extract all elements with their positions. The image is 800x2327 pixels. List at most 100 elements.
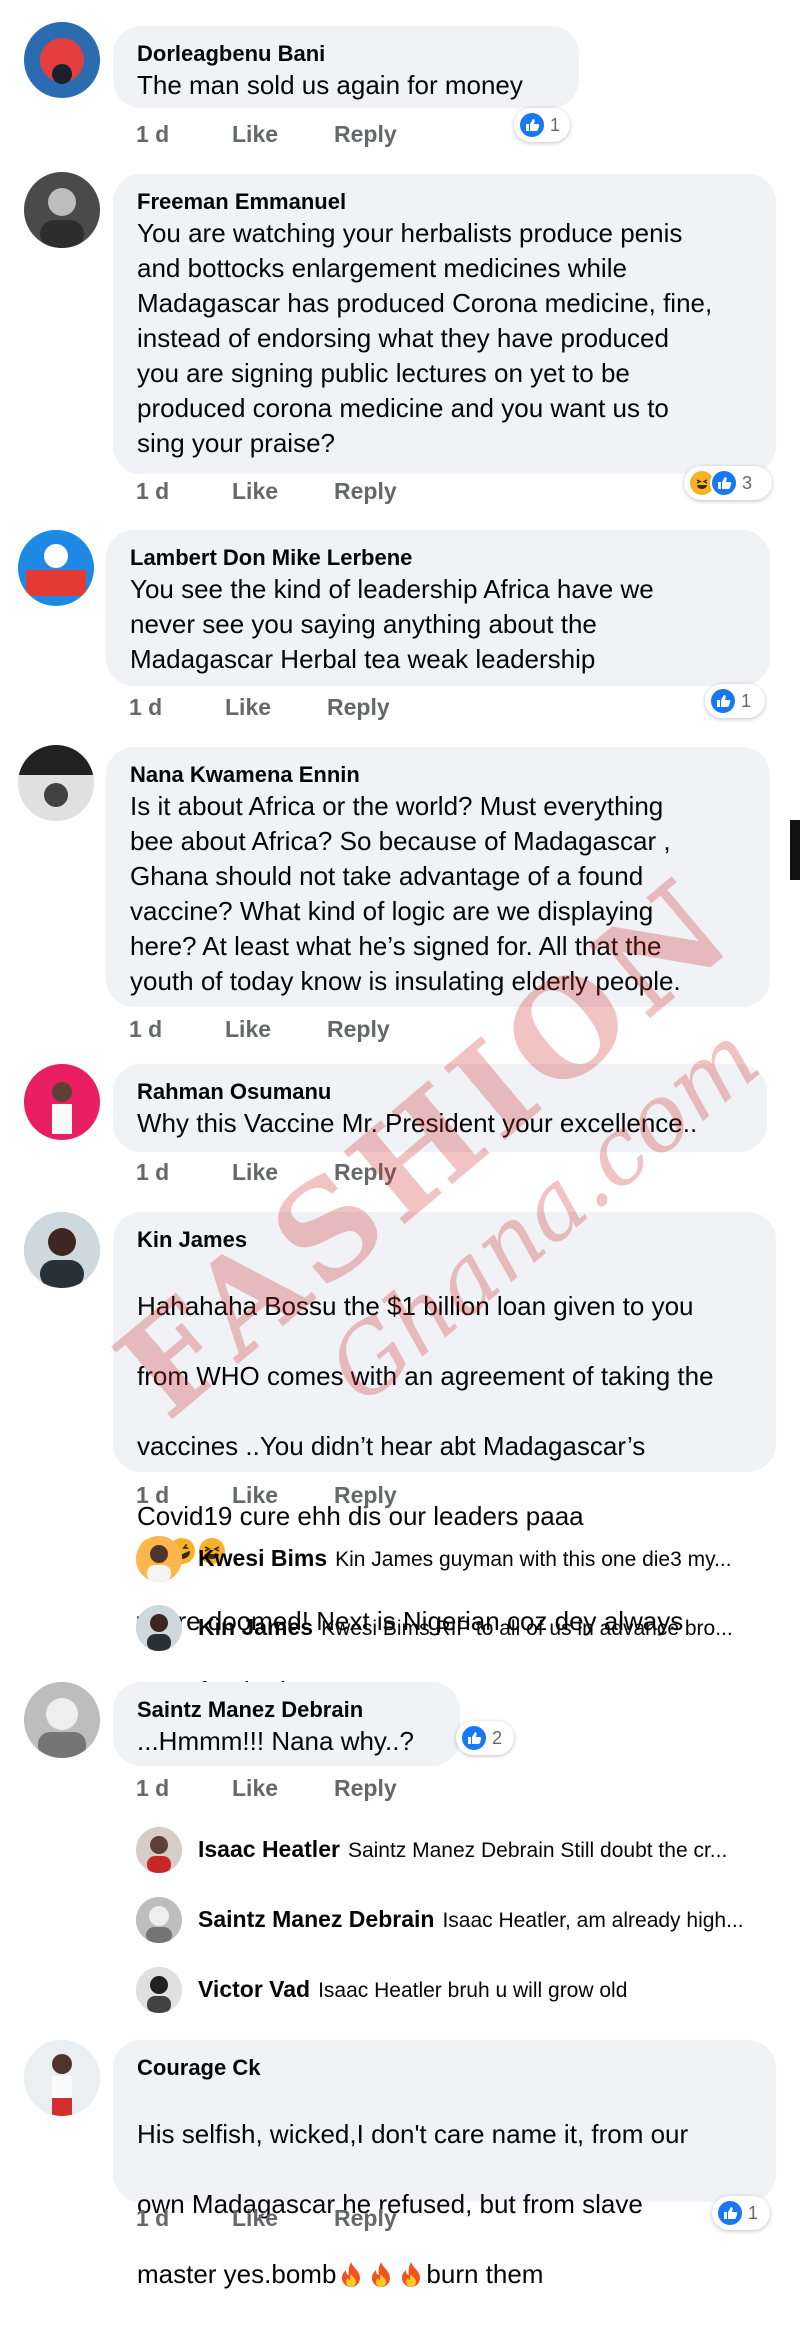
reply-author[interactable]: Victor Vad xyxy=(198,1976,310,2002)
reply-preview[interactable]: Isaac Heatler Saintz Manez Debrain Still … xyxy=(136,1827,786,1877)
avatar[interactable] xyxy=(24,1212,100,1288)
like-button[interactable]: Like xyxy=(232,478,334,505)
reply-button[interactable]: Reply xyxy=(334,1159,397,1186)
comment-time[interactable]: 1 d xyxy=(136,121,216,148)
like-icon xyxy=(709,687,737,715)
avatar[interactable] xyxy=(18,530,94,606)
comment-author[interactable]: Rahman Osumanu xyxy=(137,1078,743,1106)
reaction-summary[interactable]: 3 xyxy=(684,466,772,500)
reaction-count: 1 xyxy=(550,114,561,135)
comment-author[interactable]: Lambert Don Mike Lerbene xyxy=(130,544,746,572)
reply-button[interactable]: Reply xyxy=(334,121,397,148)
reply-line: Kin James Kwesi Bims RIP to all of us in … xyxy=(198,1614,786,1641)
comment-text: You are watching your herbalists produce… xyxy=(137,218,713,458)
avatar[interactable] xyxy=(24,1682,100,1758)
avatar[interactable] xyxy=(136,1536,182,1582)
comment-text-line: His selfish, wicked,I don't care name it… xyxy=(137,2119,689,2149)
avatar[interactable] xyxy=(136,1827,182,1873)
avatar[interactable] xyxy=(24,2040,100,2116)
comment-actions: 1 d Like Reply xyxy=(136,1775,397,1802)
like-icon xyxy=(460,1724,488,1752)
reaction-count: 1 xyxy=(748,2202,759,2223)
comment-author[interactable]: Freeman Emmanuel xyxy=(137,188,752,216)
reply-preview[interactable]: Kin James Kwesi Bims RIP to all of us in … xyxy=(136,1605,786,1655)
avatar[interactable] xyxy=(18,745,94,821)
reply-line: Saintz Manez Debrain Isaac Heatler, am al… xyxy=(198,1906,786,1933)
reply-button[interactable]: Reply xyxy=(334,2205,397,2232)
reply-snippet: Saintz Manez Debrain Still doubt the cr.… xyxy=(347,1839,728,1862)
comment-time[interactable]: 1 d xyxy=(136,2205,216,2232)
reply-preview[interactable]: Saintz Manez Debrain Isaac Heatler, am al… xyxy=(136,1897,786,1947)
comment-text-line: master yes.bomb burn them xyxy=(137,2257,752,2292)
reply-preview[interactable]: Victor Vad Isaac Heatler bruh u will grow… xyxy=(136,1967,786,2017)
comment-author[interactable]: Nana Kwamena Ennin xyxy=(130,761,746,789)
comment-author[interactable]: Dorleagbenu Bani xyxy=(137,40,555,68)
comment-text-segment: master yes.bomb xyxy=(137,2259,337,2289)
comment-author[interactable]: Courage Ck xyxy=(137,2054,752,2082)
avatar[interactable] xyxy=(24,172,100,248)
reply-snippet: Isaac Heatler, am already high... xyxy=(442,1909,744,1932)
comment-text: Is it about Africa or the world? Must ev… xyxy=(130,791,681,996)
reply-preview[interactable]: Kwesi Bims Kin James guyman with this one… xyxy=(136,1536,786,1586)
comment-actions: 1 d Like Reply xyxy=(129,694,390,721)
avatar[interactable] xyxy=(24,1064,100,1140)
avatar[interactable] xyxy=(24,22,100,98)
like-button[interactable]: Like xyxy=(232,121,334,148)
comment-actions: 1 d Like Reply xyxy=(136,478,397,505)
like-button[interactable]: Like xyxy=(232,2205,334,2232)
like-button[interactable]: Like xyxy=(232,1482,334,1509)
comment-time[interactable]: 1 d xyxy=(136,1775,216,1802)
reaction-summary[interactable]: 1 xyxy=(712,2196,770,2230)
reply-button[interactable]: Reply xyxy=(327,694,390,721)
comment-actions: 1 d Like Reply xyxy=(136,1159,397,1186)
avatar[interactable] xyxy=(136,1967,182,2013)
comment-time[interactable]: 1 d xyxy=(129,694,209,721)
comment-bubble: Courage Ck His selfish, wicked,I don't c… xyxy=(113,2040,776,2289)
fire-icon xyxy=(402,2262,421,2287)
comment-bubble: Dorleagbenu Bani The man sold us again f… xyxy=(113,26,579,108)
reply-author[interactable]: Kwesi Bims xyxy=(198,1545,327,1571)
reply-button[interactable]: Reply xyxy=(334,1482,397,1509)
reaction-summary[interactable]: 1 xyxy=(705,684,765,718)
reply-button[interactable]: Reply xyxy=(327,1016,390,1043)
comment-author[interactable]: Kin James xyxy=(137,1226,752,1254)
comment-text-segment: burn them xyxy=(426,2259,544,2289)
comment-time[interactable]: 1 d xyxy=(136,1159,216,1186)
comment-text: ...Hmmm!!! Nana why..? xyxy=(137,1726,414,1756)
fire-icon xyxy=(342,2262,361,2287)
reply-line: Victor Vad Isaac Heatler bruh u will grow… xyxy=(198,1976,786,2003)
avatar[interactable] xyxy=(136,1897,182,1943)
reaction-count: 1 xyxy=(741,690,752,711)
comment-author[interactable]: Saintz Manez Debrain xyxy=(137,1696,436,1724)
reply-button[interactable]: Reply xyxy=(334,1775,397,1802)
like-icon xyxy=(518,111,546,139)
like-button[interactable]: Like xyxy=(232,1159,334,1186)
comment-bubble: Freeman Emmanuel You are watching your h… xyxy=(113,174,776,474)
comment-text: Why this Vaccine Mr. President your exce… xyxy=(137,1108,698,1138)
like-icon xyxy=(716,2199,744,2227)
reaction-summary[interactable]: 2 xyxy=(456,1721,514,1755)
reaction-count: 2 xyxy=(492,1727,503,1748)
comment-time[interactable]: 1 d xyxy=(129,1016,209,1043)
reply-snippet: Kin James guyman with this one die3 my..… xyxy=(335,1548,732,1571)
comment-time[interactable]: 1 d xyxy=(136,478,216,505)
reply-snippet: Kwesi Bims RIP to all of us in advance b… xyxy=(321,1617,733,1640)
comment-actions: 1 d Like Reply xyxy=(136,1482,397,1509)
like-button[interactable]: Like xyxy=(225,1016,327,1043)
comment-text-line: vaccines ..You didn’t hear abt Madagasca… xyxy=(137,1431,646,1461)
reply-line: Isaac Heatler Saintz Manez Debrain Still … xyxy=(198,1836,786,1863)
avatar[interactable] xyxy=(136,1605,182,1651)
reply-author[interactable]: Isaac Heatler xyxy=(198,1836,340,1862)
reply-snippet: Isaac Heatler bruh u will grow old xyxy=(318,1979,628,2002)
comment-bubble: Rahman Osumanu Why this Vaccine Mr. Pres… xyxy=(113,1064,767,1152)
like-button[interactable]: Like xyxy=(225,694,327,721)
comment-text-line: Hahahaha Bossu the $1 billion loan given… xyxy=(137,1291,694,1321)
like-button[interactable]: Like xyxy=(232,1775,334,1802)
comment-actions: 1 d Like Reply xyxy=(136,2205,397,2232)
fire-icon xyxy=(372,2262,391,2287)
comment-time[interactable]: 1 d xyxy=(136,1482,216,1509)
reaction-summary[interactable]: 1 xyxy=(514,108,570,142)
reply-author[interactable]: Kin James xyxy=(198,1614,313,1640)
reply-button[interactable]: Reply xyxy=(334,478,397,505)
reply-author[interactable]: Saintz Manez Debrain xyxy=(198,1906,434,1932)
